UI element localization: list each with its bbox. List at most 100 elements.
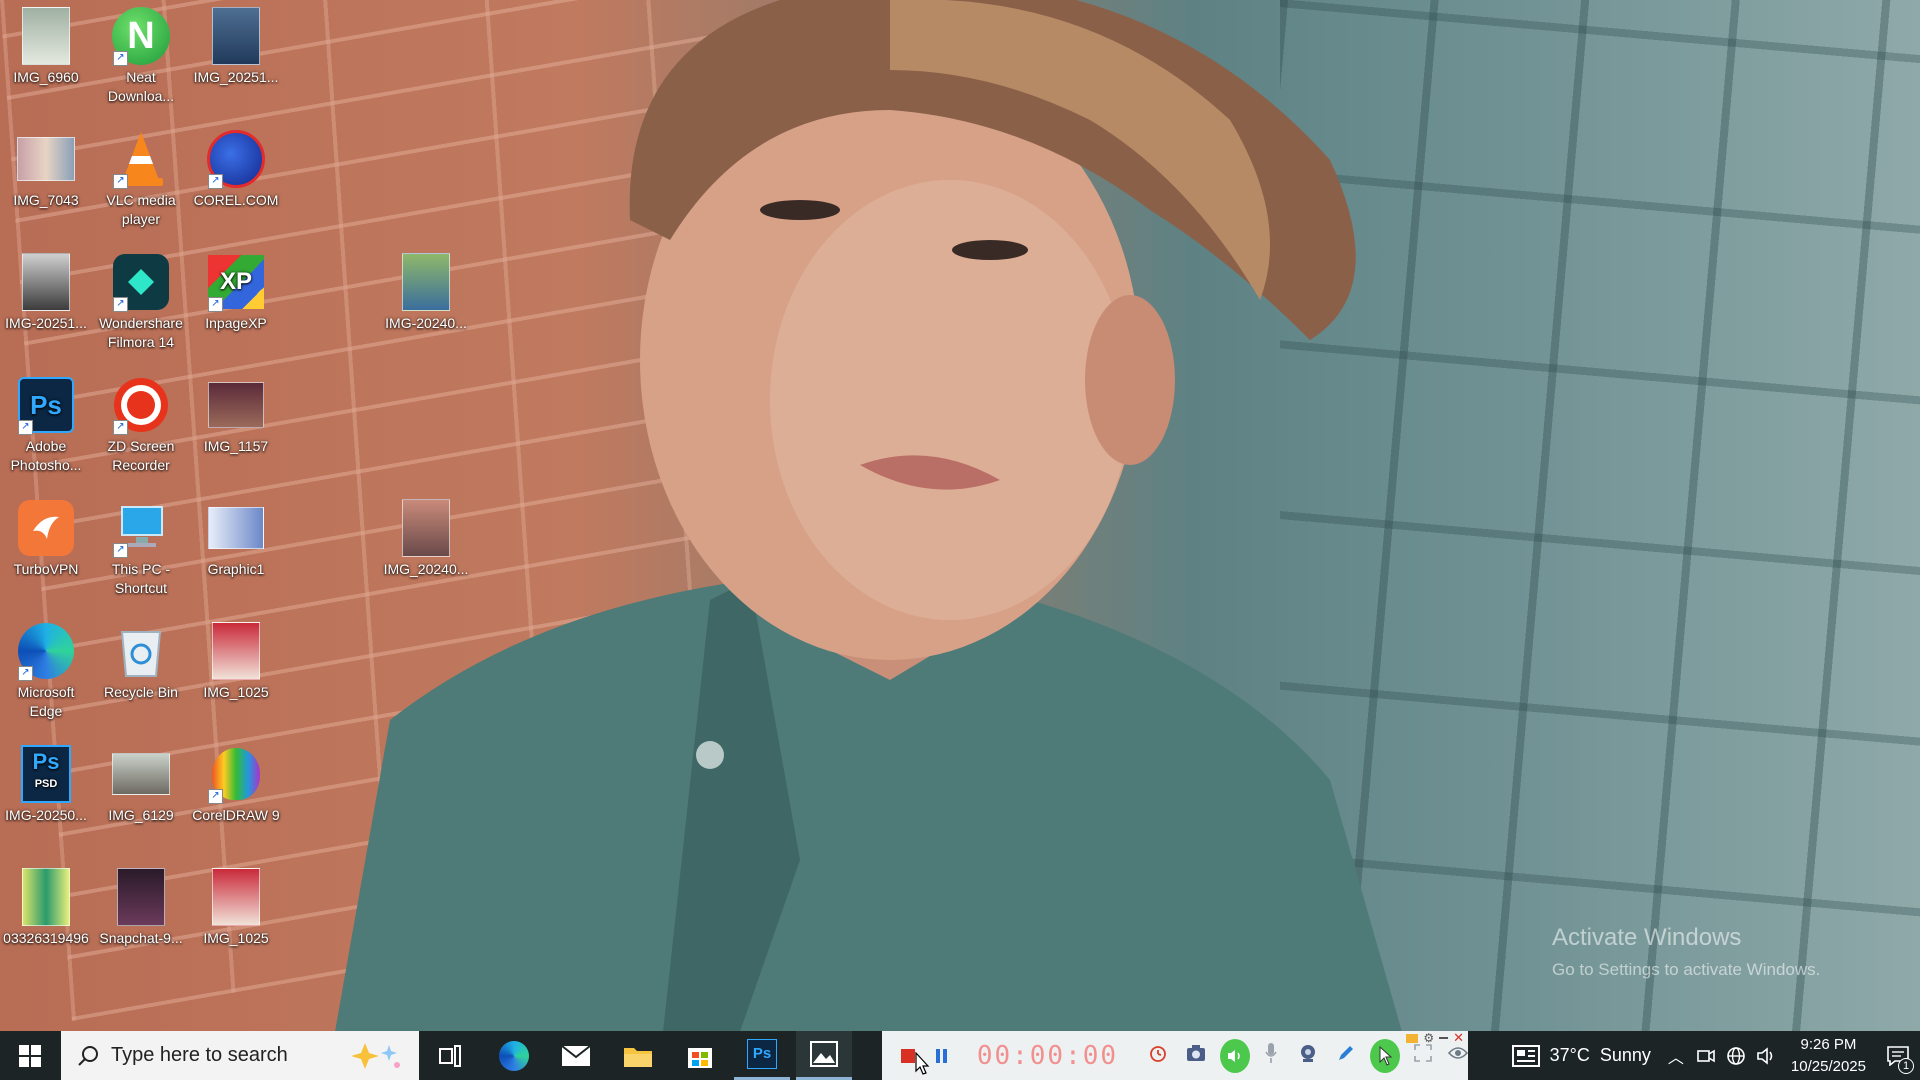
desktop-icon-edge[interactable]: ↗ Microsoft Edge [0,617,92,721]
icon-label: This PC - Shortcut [111,561,171,596]
icon-label: IMG_1025 [203,930,269,946]
desktop-icon-img-20240-a[interactable]: IMG-20240... [380,248,472,333]
pause-button[interactable] [931,1045,950,1067]
volume-button[interactable] [1751,1031,1781,1080]
network-button[interactable] [1721,1031,1751,1080]
weather-text: 37°C Sunny [1549,1045,1651,1065]
desktop-icon-img-1025-a[interactable]: IMG_1025 [190,617,282,702]
desktop-icon-img-6960[interactable]: IMG_6960 [0,2,92,87]
desktop-icon-this-pc[interactable]: ↗ This PC - Shortcut [95,494,187,598]
desktop-icon-coreldraw9[interactable]: ↗ CorelDRAW 9 [190,740,282,825]
preview-toggle[interactable] [1447,1046,1469,1065]
desktop-icon-graphic1[interactable]: Graphic1 [190,494,282,579]
corel-graphic-icon [206,498,266,558]
inpage-icon: XP ↗ [206,252,266,312]
show-hidden-icons-button[interactable]: ︿ [1661,1031,1691,1080]
minimize-icon[interactable] [1439,1037,1449,1039]
desktop-icon-recycle-bin[interactable]: Recycle Bin [95,617,187,702]
desktop-icon-corel-com[interactable]: ↗ COREL.COM [190,125,282,210]
notification-count-badge: 1 [1898,1058,1914,1074]
desktop-icon-img-6129[interactable]: IMG_6129 [95,740,187,825]
record-icon: ↗ [111,375,171,435]
clock-button[interactable]: 9:26 PM 10/25/2025 [1791,1034,1866,1078]
icon-label: Graphic1 [207,561,265,577]
photoshop-icon: Ps ↗ [16,375,76,435]
icon-label: IMG_6129 [108,807,174,823]
mail-icon [561,1044,591,1066]
icon-label: IMG_1157 [203,438,269,454]
eye-icon [1447,1047,1469,1059]
camera-icon [1697,1049,1715,1062]
taskbar-store-button[interactable] [672,1031,728,1080]
shortcut-arrow-icon: ↗ [18,420,33,435]
system-audio-toggle[interactable] [1220,1038,1251,1073]
icon-label: Neat Downloa... [107,69,175,104]
activate-windows-watermark: Activate Windows Go to Settings to activ… [1552,924,1820,980]
desktop-icon-inpagexp[interactable]: XP ↗ InpageXP [190,248,282,333]
desktop-icon-img-1025-b[interactable]: IMG_1025 [190,863,282,948]
task-view-button[interactable] [424,1031,476,1080]
taskbar-edge-button[interactable] [486,1031,542,1080]
desktop-icon-turbovpn[interactable]: TurboVPN [0,494,92,579]
shortcut-arrow-icon: ↗ [113,297,128,312]
recycle-bin-icon [111,621,171,681]
coreldraw-balloon-icon: ↗ [206,744,266,804]
notification-center-button[interactable]: 1 [1876,1031,1920,1080]
taskbar-photoshop-button[interactable]: Ps [734,1031,790,1080]
folder-icon[interactable] [1406,1033,1419,1043]
close-icon[interactable]: ✕ [1453,1031,1464,1044]
corel-globe-icon: ↗ [206,129,266,189]
speaker-icon [1757,1046,1773,1065]
icon-label: 03326319496 [3,930,89,946]
screenshot-button[interactable] [1186,1044,1206,1067]
start-button[interactable] [0,1031,60,1080]
meet-now-button[interactable] [1691,1031,1721,1080]
wallpaper-portrait [335,0,1402,1031]
image-thumbnail-icon [206,867,266,927]
desktop[interactable]: IMG_6960 IMG_7043 IMG-20251... Ps ↗ Adob… [0,0,1920,1031]
image-thumbnail-icon [16,129,76,189]
desktop-icon-img-20240-b[interactable]: IMG_20240... [380,494,472,579]
shortcut-arrow-icon: ↗ [113,543,128,558]
desktop-icon-zd-screen-recorder[interactable]: ↗ ZD Screen Recorder [95,371,187,475]
chevron-up-icon: ︿ [1667,1049,1684,1067]
search-input[interactable]: Type here to search [61,1031,419,1080]
shortcut-arrow-icon: ↗ [18,666,33,681]
icon-label: IMG_1025 [203,684,269,700]
photoshop-icon: Ps [747,1039,777,1069]
desktop-icon-img-20251[interactable]: IMG-20251... [0,248,92,333]
taskbar-mail-button[interactable] [548,1031,604,1080]
weather-widget[interactable]: 37°C Sunny [1502,1031,1661,1080]
desktop-icon-snapchat[interactable]: Snapchat-9... [95,863,187,948]
desktop-icon-img-20251-b[interactable]: IMG_20251... [190,2,282,87]
desktop-icon-photoshop[interactable]: Ps ↗ Adobe Photosho... [0,371,92,475]
desktop-icon-03326319496[interactable]: 03326319496 [0,863,92,948]
stop-icon [900,1048,915,1063]
archive-file-icon [16,867,76,927]
microphone-toggle[interactable] [1264,1042,1278,1069]
taskbar-file-explorer-button[interactable] [610,1031,666,1080]
pause-icon [935,1048,947,1063]
schedule-button[interactable] [1148,1043,1168,1068]
desktop-icon-img-1157[interactable]: IMG_1157 [190,371,282,456]
desktop-icon-neat-download[interactable]: N ↗ Neat Downloa... [95,2,187,106]
icon-label: Snapchat-9... [99,930,183,946]
desktop-icon-vlc[interactable]: ↗ VLC media player [95,125,187,229]
icon-label: Wondershare Filmora 14 [99,315,183,350]
desktop-icon-img-20250-psd[interactable]: Ps PSD IMG-20250... [0,740,92,825]
cursor-highlight-toggle[interactable] [1370,1038,1401,1073]
recording-timer: 00:00:00 [976,1040,1119,1071]
shortcut-arrow-icon: ↗ [113,51,128,66]
shortcut-arrow-icon: ↗ [113,174,128,189]
image-thumbnail-icon [16,6,76,66]
desktop-icon-img-7043[interactable]: IMG_7043 [0,125,92,210]
draw-tool-button[interactable] [1336,1043,1356,1068]
windows-logo-icon [19,1044,41,1067]
psd-file-icon: Ps PSD [16,744,76,804]
desktop-icon-filmora[interactable]: ↗ Wondershare Filmora 14 [95,248,187,352]
computer-icon: ↗ [111,498,171,558]
taskbar-photos-button[interactable] [796,1031,852,1080]
fullscreen-area-button[interactable] [1414,1044,1432,1067]
settings-gear-icon[interactable]: ⚙ [1423,1032,1434,1044]
webcam-toggle[interactable] [1298,1043,1318,1068]
